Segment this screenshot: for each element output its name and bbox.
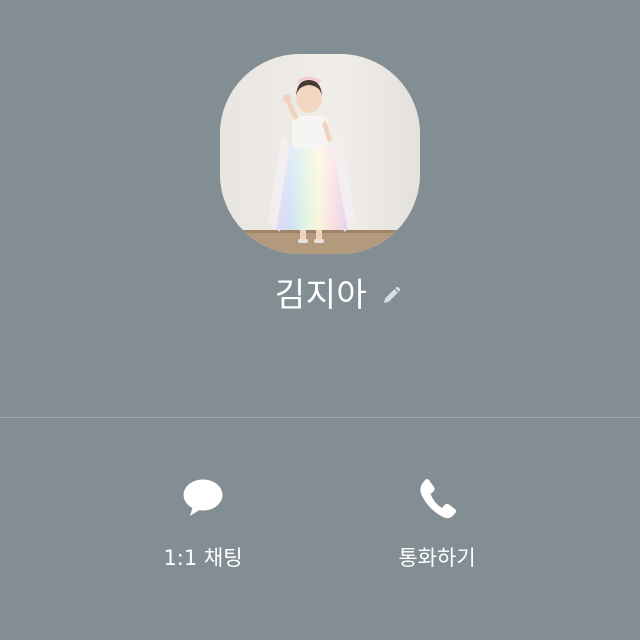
chat-button-label: 1:1 채팅 <box>163 546 243 570</box>
profile-screen: 김지아 1:1 채팅 통화하기 <box>0 0 640 640</box>
call-button-label: 통화하기 <box>398 546 476 570</box>
profile-name: 김지아 <box>274 275 368 314</box>
phone-icon <box>409 470 465 526</box>
profile-photo-image <box>220 54 420 254</box>
call-button[interactable]: 통화하기 <box>357 470 517 590</box>
chat-bubble-icon <box>175 470 231 526</box>
profile-photo[interactable] <box>220 54 420 254</box>
divider <box>0 417 640 418</box>
profile-name-row: 김지아 <box>0 272 640 318</box>
pencil-icon[interactable] <box>379 282 405 308</box>
chat-button[interactable]: 1:1 채팅 <box>123 470 283 590</box>
